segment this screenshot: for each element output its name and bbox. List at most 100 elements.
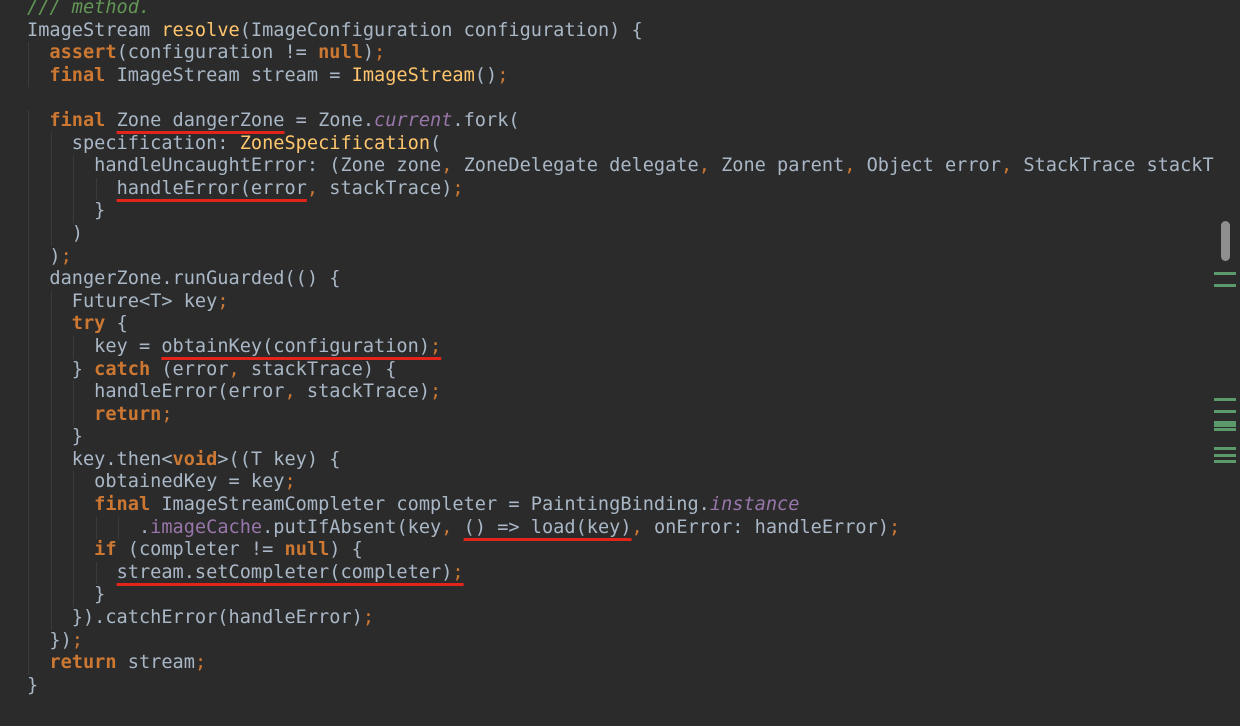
code-token: /// method. [27, 0, 151, 18]
code-token: Object error [866, 155, 1001, 177]
code-token: catch [94, 358, 162, 380]
code-token: ZoneSpecification [239, 132, 431, 154]
change-marker [1214, 460, 1236, 463]
code-token: } [27, 674, 39, 696]
code-token: } [71, 358, 95, 380]
underlined-code-token: handleError(error [116, 177, 307, 199]
code-token: ; [889, 516, 901, 538]
code-token: ) [49, 245, 61, 267]
code-line[interactable]: } [27, 584, 1214, 608]
code-line[interactable]: obtainedKey = key; [27, 471, 1214, 495]
code-token: } [71, 426, 83, 448]
code-token: ImageStreamCompleter completer = Paintin… [161, 494, 710, 516]
code-token: onError: handleError) [653, 516, 890, 538]
code-line[interactable]: } [27, 675, 1214, 698]
code-token: () [474, 64, 498, 86]
code-line[interactable]: ImageStream resolve(ImageConfiguration c… [27, 20, 1214, 43]
code-token: assert [49, 42, 117, 64]
code-area[interactable]: /// method. ImageStream resolve(ImageConf… [27, 0, 1214, 697]
code-line[interactable]: key.then<void>((T key) { [27, 448, 1214, 472]
code-line[interactable]: specification: ZoneSpecification( [27, 132, 1214, 156]
code-token: ) [71, 222, 83, 244]
code-token: return [94, 403, 162, 425]
code-token: obtainedKey = key [94, 471, 285, 493]
code-token: stackTrace) { [250, 358, 397, 380]
code-token: .putIfAbsent(key [262, 516, 442, 538]
code-token: (completer != [127, 539, 285, 561]
code-line[interactable]: } [27, 200, 1214, 223]
code-token: ; [452, 177, 464, 199]
code-token: ; [497, 64, 509, 86]
code-line[interactable]: stream.setCompleter(completer); [27, 561, 1214, 585]
change-marker [1214, 398, 1236, 401]
code-line[interactable]: ); [27, 245, 1214, 269]
code-line[interactable]: return stream; [27, 652, 1214, 675]
code-token: Zone parent [721, 155, 845, 177]
code-token: } [94, 200, 106, 222]
code-line[interactable]: key = obtainKey(configuration); [27, 335, 1214, 359]
code-token: = Zone. [284, 109, 375, 131]
code-line[interactable]: if (completer != null) { [27, 539, 1214, 562]
code-token: , [631, 516, 654, 538]
change-marker [1214, 454, 1236, 457]
change-marker [1214, 272, 1236, 275]
change-marker [1214, 410, 1236, 413]
code-line[interactable]: .imageCache.putIfAbsent(key, () => load(… [27, 516, 1214, 540]
underlined-code-token: stream.setCompleter(completer) [116, 561, 453, 583]
vertical-scrollbar-thumb[interactable] [1221, 221, 1230, 261]
code-line[interactable]: return; [27, 403, 1214, 427]
code-editor[interactable]: /// method. ImageStream resolve(ImageConf… [0, 0, 1240, 726]
code-token: StackTrace stackTr [1023, 155, 1214, 177]
code-line[interactable]: final ImageStream stream = ImageStream()… [27, 64, 1214, 88]
code-token: , [441, 155, 464, 177]
code-line[interactable]: } [27, 426, 1214, 449]
code-token: , [441, 516, 464, 538]
code-line[interactable]: Future<T> key; [27, 290, 1214, 314]
code-line[interactable]: } catch (error, stackTrace) { [27, 358, 1214, 382]
code-line[interactable] [27, 87, 1214, 110]
code-line[interactable]: final Zone dangerZone = Zone.current.for… [27, 109, 1214, 133]
underlined-code-token: ; [452, 561, 464, 583]
code-token: ; [161, 403, 173, 425]
code-token: ; [362, 607, 375, 629]
code-line[interactable]: handleUncaughtError: (Zone zone, ZoneDel… [27, 155, 1214, 178]
code-token: try [71, 313, 117, 335]
code-token: null [318, 42, 363, 64]
code-token: stackTrace) [329, 177, 453, 199]
code-token: ImageStream [27, 19, 162, 41]
code-line[interactable]: }); [27, 629, 1214, 653]
change-marker [1214, 447, 1236, 450]
code-token: key.then< [71, 448, 173, 470]
code-token: , [284, 381, 307, 403]
code-line[interactable]: ) [27, 222, 1214, 246]
code-token: void [172, 448, 218, 470]
code-token: . [138, 516, 151, 538]
code-token: , [698, 155, 722, 177]
code-token: { [116, 313, 128, 335]
code-line[interactable]: dangerZone.runGuarded(() { [27, 268, 1214, 291]
code-line[interactable]: handleError(error, stackTrace); [27, 381, 1214, 404]
code-token: dangerZone.runGuarded(() { [49, 268, 341, 290]
code-line[interactable]: }).catchError(handleError); [27, 607, 1214, 630]
code-line[interactable]: assert(configuration != null); [27, 42, 1214, 65]
code-line[interactable]: final ImageStreamCompleter completer = P… [27, 494, 1214, 517]
code-line[interactable]: try { [27, 313, 1214, 336]
code-line[interactable]: handleError(error, stackTrace); [27, 177, 1214, 201]
code-line[interactable]: /// method. [27, 0, 1214, 20]
